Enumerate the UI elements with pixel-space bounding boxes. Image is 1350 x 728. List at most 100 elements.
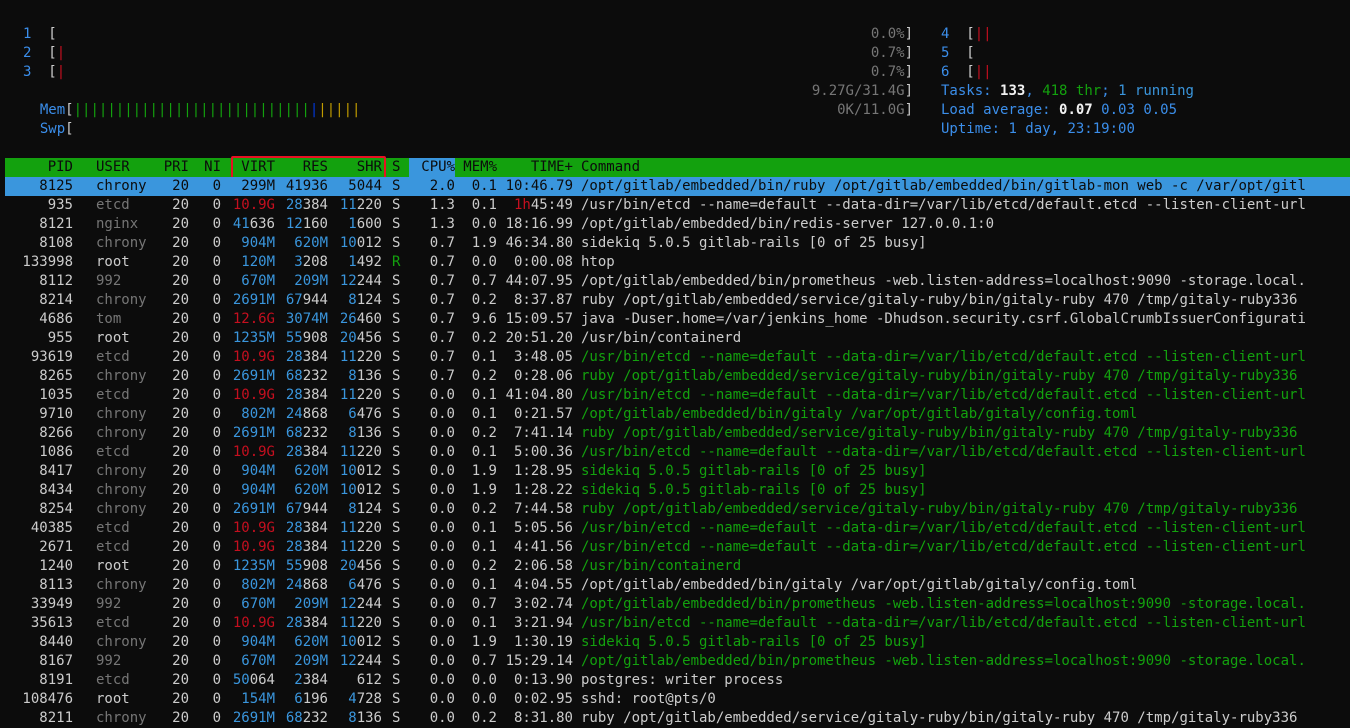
pri-cell: 20 [172, 406, 189, 422]
process-row[interactable]: 1035 etcd 20 0 10.9G 28384 11220 S 0.0 0.1 41:04.8… [5, 386, 1350, 405]
swp-value-wrap: 0K/11.0G] [837, 102, 913, 118]
virt-value-text: 802M [241, 406, 275, 422]
user-cell: 992 [96, 596, 122, 612]
mem-bar-used: | [276, 102, 285, 118]
process-row[interactable]: 8434 chrony 20 0 904M 620M 10012 S 0.0 1.9 1:28.22… [5, 481, 1350, 500]
tasks-threads: 418 thr [1042, 83, 1102, 99]
mem-bar-cache: | [352, 102, 361, 118]
virt-cell: 904M [230, 481, 275, 500]
process-row[interactable]: 8254 chrony 20 0 2691M 67944 8124 S 0.0 0.2 7:44.5… [5, 500, 1350, 519]
virt-value: 670M [241, 596, 275, 612]
virt-value-text: 120M [241, 254, 275, 270]
pri-cell: 20 [172, 444, 189, 460]
process-row[interactable]: 35613 etcd 20 0 10.9G 28384 11220 S 0.0 0.1 3:21.9… [5, 614, 1350, 633]
state-cell: S [392, 520, 401, 536]
virt-value-units: 636 [249, 216, 275, 232]
shr-value: 612 [357, 672, 382, 688]
process-row[interactable]: 108476 root 20 0 154M 6196 4728 S 0.0 0.0 0:02.95 s… [5, 690, 1350, 709]
ni-cell: 0 [212, 482, 221, 498]
res-value-thousands: 68 [285, 425, 303, 441]
col-time[interactable]: TIME+ [505, 158, 573, 177]
state-cell: S [392, 178, 401, 194]
process-row[interactable]: 8112 992 20 0 670M 209M 12244 S 0.7 0.7 44:07.95/o… [5, 272, 1350, 291]
process-row[interactable]: 4686 tom 20 0 12.6G 3074M 26460 S 0.7 9.6 15:09.57… [5, 310, 1350, 329]
process-row[interactable]: 9710 chrony 20 0 802M 24868 6476 S 0.0 0.1 0:21.57… [5, 405, 1350, 424]
cpu-cell: 0.0 [429, 406, 455, 422]
col-pri[interactable]: PRI [155, 158, 189, 177]
process-row[interactable]: 2671 etcd 20 0 10.9G 28384 11220 S 0.0 0.1 4:41.56… [5, 538, 1350, 557]
col-mem[interactable]: MEM% [455, 158, 497, 177]
process-row[interactable]: 133998 root 20 0 120M 3208 1492 R 0.7 0.0 0:00.08 h… [5, 253, 1350, 272]
shr-value-units: 012 [356, 482, 382, 498]
process-row[interactable]: 40385 etcd 20 0 10.9G 28384 11220 S 0.0 0.1 5:05.5… [5, 519, 1350, 538]
process-row[interactable]: 1240 root 20 0 1235M 55908 20456 S 0.0 0.2 2:06.58… [5, 557, 1350, 576]
virt-cell: 802M [230, 405, 275, 424]
process-row[interactable]: 955 root 20 0 1235M 55908 20456 S 0.7 0.2 20:51.20… [5, 329, 1350, 348]
user-cell: chrony [96, 406, 147, 422]
shr-value: 1600 [348, 216, 382, 232]
pri-cell: 20 [172, 634, 189, 650]
process-row[interactable]: 8440 chrony 20 0 904M 620M 10012 S 0.0 1.9 1:30.19… [5, 633, 1350, 652]
user-cell: root [96, 691, 130, 707]
process-row[interactable]: 8167 992 20 0 670M 209M 12244 S 0.0 0.7 15:29.14/o… [5, 652, 1350, 671]
shr-value-thousands: 6 [348, 577, 357, 593]
process-row[interactable]: 8417 chrony 20 0 904M 620M 10012 S 0.0 1.9 1:28.95… [5, 462, 1350, 481]
res-cell: 68232 [280, 709, 328, 728]
res-value: 2384 [294, 672, 328, 688]
res-cell: 24868 [280, 576, 328, 595]
col-command[interactable]: Command [581, 158, 640, 177]
shr-cell: 11220 [332, 519, 382, 538]
uptime-line: Uptime: 1 day, 23:19:00 [941, 120, 1135, 139]
mem-cell: 0.0 [471, 672, 497, 688]
pid-cell: 8214 [39, 292, 73, 308]
res-value-thousands: 28 [285, 197, 303, 213]
process-row[interactable]: 8121 nginx 20 0 41636 12160 1600 S 1.3 0.0 18:16.9… [5, 215, 1350, 234]
mem-cell: 0.2 [471, 558, 497, 574]
shr-value: 8124 [348, 292, 382, 308]
col-ni[interactable]: NI [195, 158, 221, 177]
command-cell: /opt/gitlab/embedded/bin/prometheus -web… [581, 596, 1306, 612]
time-hours: 1h [513, 197, 531, 213]
shr-cell: 612 [332, 671, 382, 690]
cpu-cell: 0.7 [429, 349, 455, 365]
col-user[interactable]: USER [96, 158, 130, 177]
tasks-line: Tasks: 133, 418 thr; 1 running [941, 82, 1194, 101]
process-row[interactable]: 8108 chrony 20 0 904M 620M 10012 S 0.7 1.9 46:34.8… [5, 234, 1350, 253]
process-row[interactable]: 8191 etcd 20 0 50064 2384 612 S 0.0 0.0 0:13.90 pos… [5, 671, 1350, 690]
process-row[interactable]: 8214 chrony 20 0 2691M 67944 8124 S 0.7 0.2 8:37.8… [5, 291, 1350, 310]
process-row[interactable]: 8211 chrony 20 0 2691M 68232 8136 S 0.0 0.2 8:31.8… [5, 709, 1350, 728]
process-row[interactable]: 1086 etcd 20 0 10.9G 28384 11220 S 0.0 0.1 5:00.36… [5, 443, 1350, 462]
command-cell: /usr/bin/containerd [581, 330, 742, 346]
process-row[interactable]: 33949 992 20 0 670M 209M 12244 S 0.0 0.7 3:02.74/o… [5, 595, 1350, 614]
col-pid[interactable]: PID [5, 158, 73, 177]
shr-value: 1492 [348, 254, 382, 270]
res-cell: 28384 [280, 443, 328, 462]
shr-value: 10012 [340, 463, 382, 479]
process-row[interactable]: 8266 chrony 20 0 2691M 68232 8136 S 0.0 0.2 7:41.1… [5, 424, 1350, 443]
virt-value: 10.9G [233, 197, 275, 213]
pri-cell: 20 [172, 463, 189, 479]
time-cell: 4:04.55 [513, 577, 573, 593]
virt-cell: 2691M [230, 367, 275, 386]
process-row[interactable]: 8265 chrony 20 0 2691M 68232 8136 S 0.7 0.2 0:28.0… [5, 367, 1350, 386]
shr-cell: 10012 [332, 481, 382, 500]
mem-bar-used: | [250, 102, 260, 118]
mem-cell: 0.2 [471, 501, 497, 517]
process-row[interactable]: 8125 chrony 20 0 299M 41936 5044 S 2.0 0.1 10:46.7… [5, 177, 1350, 196]
process-row[interactable]: 8113 chrony 20 0 802M 24868 6476 S 0.0 0.1 4:04.55… [5, 576, 1350, 595]
load-line: Load average: 0.07 0.03 0.05 [941, 101, 1177, 120]
user-cell: chrony [96, 710, 147, 726]
pid-cell: 33949 [30, 596, 73, 612]
col-state[interactable]: S [392, 158, 400, 177]
pid-cell: 8121 [39, 216, 73, 232]
res-value-units: 384 [302, 539, 328, 555]
process-row[interactable]: 93619 etcd 20 0 10.9G 28384 11220 S 0.7 0.1 3:48.0… [5, 348, 1350, 367]
shr-value-units: 244 [356, 596, 382, 612]
process-row[interactable]: 935 etcd 20 0 10.9G 28384 11220 S 1.3 0.1 1h45:49 /… [5, 196, 1350, 215]
virt-value-text: 670M [241, 653, 275, 669]
col-cpu[interactable]: CPU% [409, 158, 455, 177]
pri-cell: 20 [172, 482, 189, 498]
virt-value-text: 2691M [232, 425, 275, 441]
res-value-text: 620M [294, 463, 328, 479]
ni-cell: 0 [212, 463, 221, 479]
